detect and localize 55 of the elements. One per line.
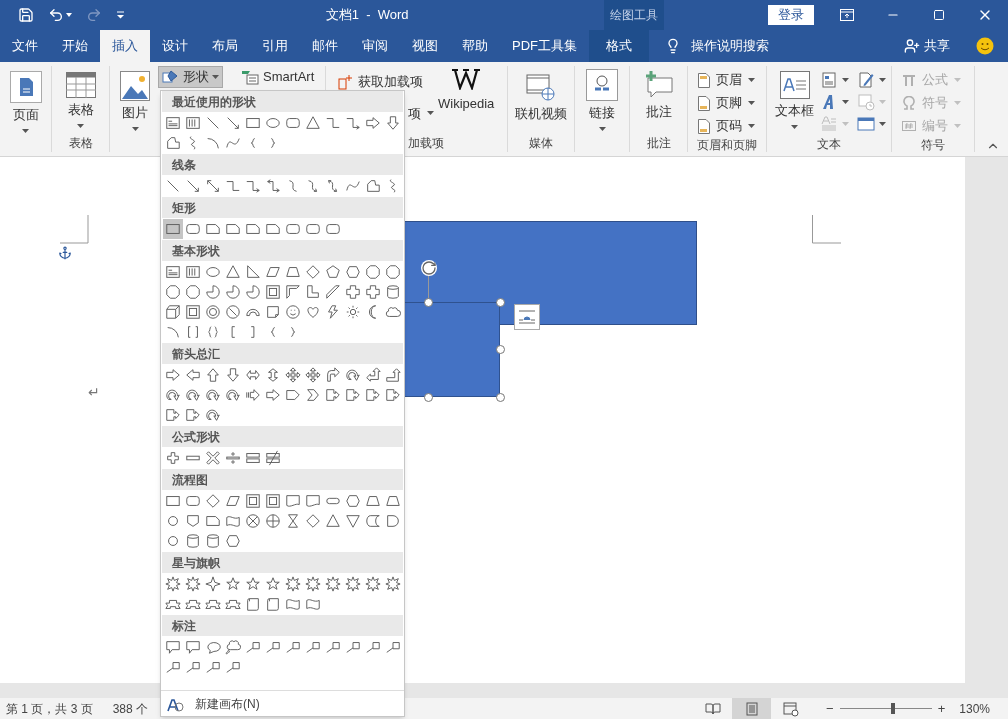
section-header: 星与旗帜 xyxy=(172,554,220,572)
group-label: 加载项 xyxy=(408,135,444,152)
window-title: 文档1 - Word xyxy=(325,6,409,25)
section-header: 公式形状 xyxy=(172,428,220,446)
group-label: 媒体 xyxy=(529,135,553,152)
text-box-button[interactable]: 文本框 xyxy=(767,66,814,135)
page-count[interactable]: 第 1 页，共 3 页 xyxy=(6,699,93,718)
shapes-button[interactable]: 形状 xyxy=(158,66,223,88)
new-canvas-item[interactable]: 新建画布(N) xyxy=(161,694,260,713)
smartart-button[interactable]: SmartArt xyxy=(241,66,315,88)
header-footer-button[interactable]: 页脚 xyxy=(698,93,755,113)
ribbon-tab[interactable]: 布局 xyxy=(200,30,250,62)
ribbon-tab[interactable]: 引用 xyxy=(250,30,300,62)
header-footer-button[interactable]: 页眉 xyxy=(698,70,755,90)
section-header: 流程图 xyxy=(172,471,208,489)
online-video-button[interactable]: 联机视频 xyxy=(508,66,574,134)
ribbon-tab[interactable]: 审阅 xyxy=(350,30,400,62)
header-footer-button[interactable]: 页码 xyxy=(698,116,755,136)
section-header: 矩形 xyxy=(172,199,196,217)
section-header: 箭头总汇 xyxy=(172,345,220,363)
get-add-ins-button[interactable]: 获取加载项 xyxy=(338,72,434,92)
ribbon-tab[interactable]: PDF工具集 xyxy=(500,30,589,62)
group-label: 文本 xyxy=(817,136,841,153)
ribbon-tab[interactable]: 邮件 xyxy=(300,30,350,62)
ribbon-tab[interactable]: 帮助 xyxy=(450,30,500,62)
share-button[interactable]: 共享 xyxy=(904,30,950,62)
zoom-in-button[interactable]: + xyxy=(937,698,946,719)
tell-me-search[interactable]: 操作说明搜索 xyxy=(665,30,769,62)
word-count[interactable]: 388 个 xyxy=(112,699,149,718)
ribbon-tab[interactable]: 设计 xyxy=(150,30,200,62)
table-button[interactable]: 表格 xyxy=(52,66,109,134)
wikipedia-button[interactable]: Wikipedia xyxy=(438,66,495,134)
ribbon-tab[interactable]: 开始 xyxy=(50,30,100,62)
zoom-out-button[interactable]: − xyxy=(826,698,834,719)
group-label: 符号 xyxy=(921,137,945,154)
section-header: 线条 xyxy=(172,156,196,174)
link-button[interactable]: 链接 xyxy=(575,66,629,134)
group-label: 页眉和页脚 xyxy=(697,137,757,154)
ribbon-tab[interactable]: 插入 xyxy=(100,30,150,62)
group-label: 表格 xyxy=(68,135,93,152)
paragraph-mark: ↵ xyxy=(88,383,100,402)
my-add-ins-button[interactable]: 项 xyxy=(408,103,434,123)
section-header: 基本形状 xyxy=(172,242,220,260)
group-label: 批注 xyxy=(646,135,671,152)
ribbon-tab[interactable]: 视图 xyxy=(400,30,450,62)
ribbon-tab[interactable]: 格式 xyxy=(589,30,649,62)
ribbon-tab[interactable]: 文件 xyxy=(0,30,50,62)
picture-button[interactable]: 图片 xyxy=(120,66,150,134)
page-button[interactable]: 页面 xyxy=(0,66,51,134)
sign-in-button[interactable]: 登录 xyxy=(768,5,814,25)
comment-button[interactable]: 批注 xyxy=(630,66,687,134)
zoom-level[interactable]: 130% xyxy=(959,699,990,718)
section-header: 最近使用的形状 xyxy=(172,93,256,111)
section-header: 标注 xyxy=(172,617,196,635)
context-tab-label: 绘图工具 xyxy=(610,7,659,24)
